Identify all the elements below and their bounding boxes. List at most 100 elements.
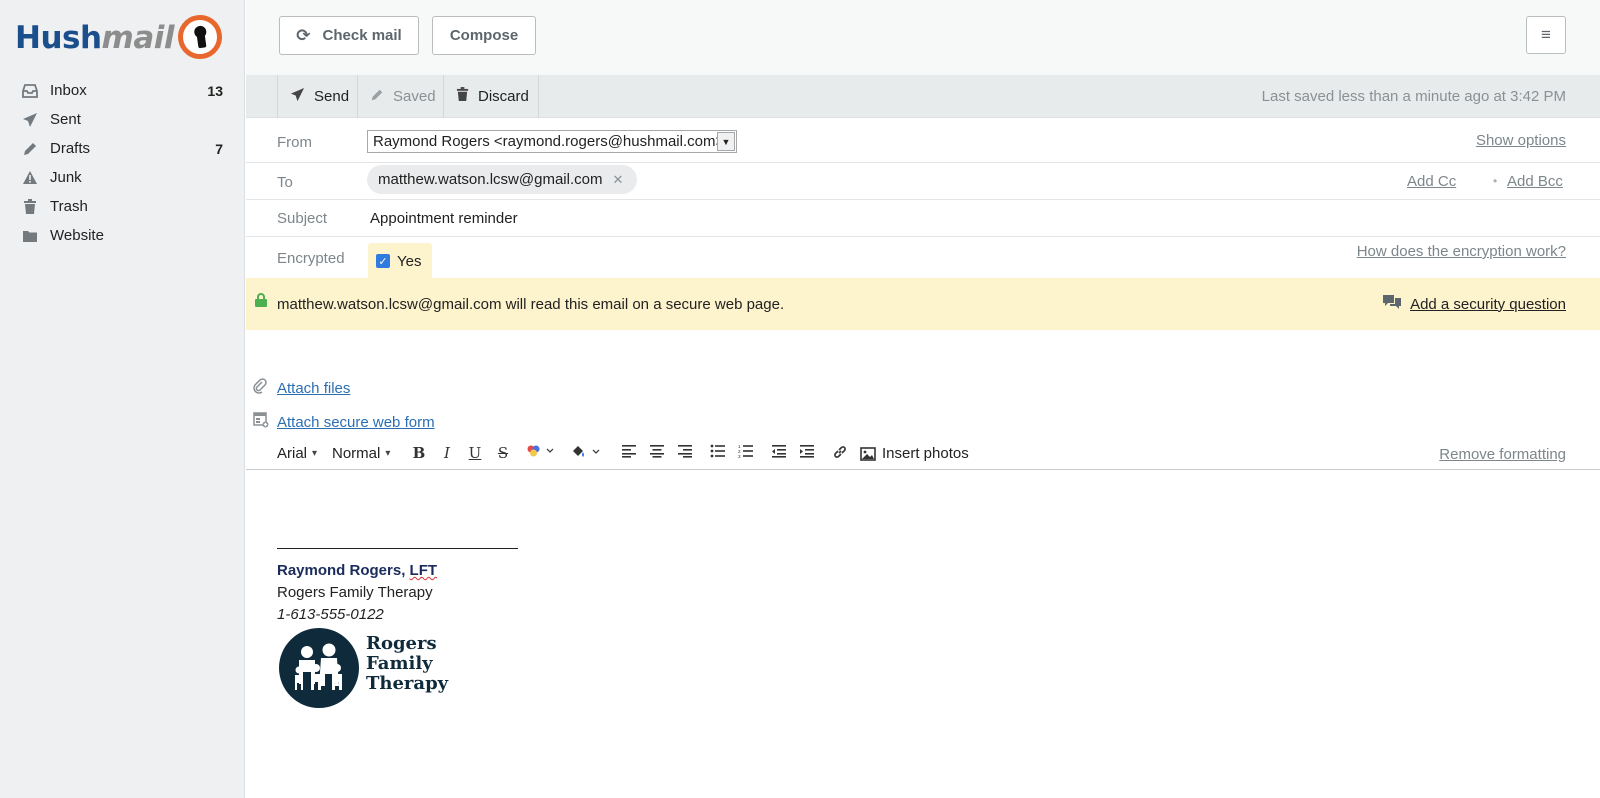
link-icon[interactable] [830,444,850,464]
main-panel: ⟳ Check mail Compose ≡ Send Saved Discar… [246,0,1600,798]
folder-icon [22,228,38,244]
sidebar: Hushmail Inbox 13 Sent Drafts 7 Junk Tra… [0,0,245,798]
hamburger-menu-button[interactable]: ≡ [1526,16,1566,54]
check-mail-label: Check mail [322,27,402,44]
insert-photos-label: Insert photos [882,445,969,462]
hamburger-icon: ≡ [1541,25,1551,44]
font-size-select[interactable]: Normal ▾ [332,445,390,462]
subject-row: Subject Appointment reminder [246,200,1600,237]
message-body-editor[interactable]: Raymond Rogers, LFT Rogers Family Therap… [246,470,1600,798]
send-label: Send [314,88,350,105]
sidebar-item-label: Inbox [50,82,87,99]
font-family-value: Arial [277,445,308,462]
fill-color-icon[interactable] [569,444,603,464]
sidebar-item-drafts[interactable]: Drafts 7 [0,134,245,163]
checkbox-checked-icon: ✓ [376,254,390,268]
compose-button[interactable]: Compose [432,16,536,55]
secure-delivery-notice: matthew.watson.lcsw@gmail.com will read … [246,278,1600,330]
attach-files-link[interactable]: Attach files [277,380,350,397]
add-security-question-link[interactable]: Add a security question [1382,294,1566,314]
warning-icon [22,170,38,186]
signature-divider [277,548,518,549]
folder-list: Inbox 13 Sent Drafts 7 Junk Trash Websit… [0,76,245,250]
separator-dot: • [1493,174,1498,188]
inbox-icon [22,83,38,99]
align-right-icon[interactable] [675,444,695,462]
subject-label: Subject [277,210,328,227]
svg-text:3: 3 [738,454,741,458]
trash-icon [456,87,469,106]
encryption-help-link[interactable]: How does the encryption work? [1357,243,1566,260]
sidebar-item-label: Trash [50,198,88,215]
encrypted-value: Yes [397,252,422,270]
last-saved-status: Last saved less than a minute ago at 3:4… [1261,88,1566,105]
from-label: From [277,134,312,151]
sidebar-item-label: Sent [50,111,81,128]
recipient-chip[interactable]: matthew.watson.lcsw@gmail.com ✕ [367,165,638,194]
send-button[interactable]: Send [277,75,357,118]
signature-company: Rogers Family Therapy [277,584,433,601]
signature-name-text: Raymond Rogers, [277,562,410,579]
hushmail-logo[interactable]: Hushmail [14,12,230,64]
unread-count-badge: 7 [215,140,223,157]
insert-photos-button[interactable]: Insert photos [860,445,969,462]
sidebar-item-label: Website [50,227,104,244]
compose-action-bar: Send Saved Discard Last saved less than … [246,75,1600,118]
bold-icon[interactable]: B [409,444,429,462]
encrypted-label: Encrypted [277,250,345,267]
lock-icon [255,293,267,307]
logo-text-mail: mail [101,20,175,56]
add-bcc-link[interactable]: Add Bcc [1507,173,1563,190]
pencil-icon [370,88,384,106]
remove-formatting-link[interactable]: Remove formatting [1439,446,1566,463]
unread-count-badge: 13 [207,82,223,99]
align-left-icon[interactable] [619,444,639,462]
secure-notice-text: matthew.watson.lcsw@gmail.com will read … [277,296,785,313]
add-cc-link[interactable]: Add Cc [1407,173,1456,190]
logo-wordmark-text: Rogers Family Therapy [366,634,448,694]
sidebar-item-website[interactable]: Website [0,221,245,250]
logo-line-2: Family [366,653,433,674]
sidebar-item-inbox[interactable]: Inbox 13 [0,76,245,105]
subject-input[interactable]: Appointment reminder [370,210,518,227]
sidebar-item-sent[interactable]: Sent [0,105,245,134]
web-form-icon [253,412,273,432]
sidebar-item-trash[interactable]: Trash [0,192,245,221]
discard-label: Discard [478,88,529,105]
attach-secure-web-form-link[interactable]: Attach secure web form [277,414,435,431]
numbered-list-icon[interactable]: 123 [736,444,756,462]
italic-icon[interactable]: I [437,444,457,462]
indent-icon[interactable] [797,444,817,462]
rogers-family-therapy-logo: Rogers Family Therapy [279,628,449,710]
font-family-select[interactable]: Arial ▾ [277,445,317,462]
bullet-list-icon[interactable] [708,444,728,462]
sidebar-item-junk[interactable]: Junk [0,163,245,192]
text-color-icon[interactable] [524,444,558,462]
family-logo-icon [279,628,359,708]
signature-name: Raymond Rogers, LFT [277,562,437,579]
discard-button[interactable]: Discard [443,75,539,118]
logo-line-1: Rogers [366,633,437,654]
saved-button[interactable]: Saved [357,75,443,118]
to-row: To matthew.watson.lcsw@gmail.com ✕ Add C… [246,163,1600,200]
font-size-value: Normal [332,445,381,462]
encrypted-row: Encrypted ✓ Yes How does the encryption … [246,237,1600,279]
logo-text-hush: Hush [15,20,102,56]
remove-recipient-icon[interactable]: ✕ [612,172,623,188]
encrypted-checkbox[interactable]: ✓ Yes [368,243,432,279]
from-row: From Raymond Rogers <raymond.rogers@hush… [246,118,1600,163]
to-label: To [277,174,293,191]
from-select[interactable]: Raymond Rogers <raymond.rogers@hushmail.… [367,130,737,153]
show-options-link[interactable]: Show options [1476,132,1566,149]
image-icon [860,446,876,461]
recipient-email: matthew.watson.lcsw@gmail.com [378,171,603,188]
pencil-icon [22,141,38,157]
align-center-icon[interactable] [647,444,667,462]
add-security-question-label: Add a security question [1410,295,1566,313]
check-mail-button[interactable]: ⟳ Check mail [279,16,419,55]
underline-icon[interactable]: U [465,444,485,462]
outdent-icon[interactable] [769,444,789,462]
keyhole-logo-icon [175,12,225,62]
attach-form-row: Attach secure web form [246,412,435,432]
strikethrough-icon[interactable]: S [493,444,513,462]
